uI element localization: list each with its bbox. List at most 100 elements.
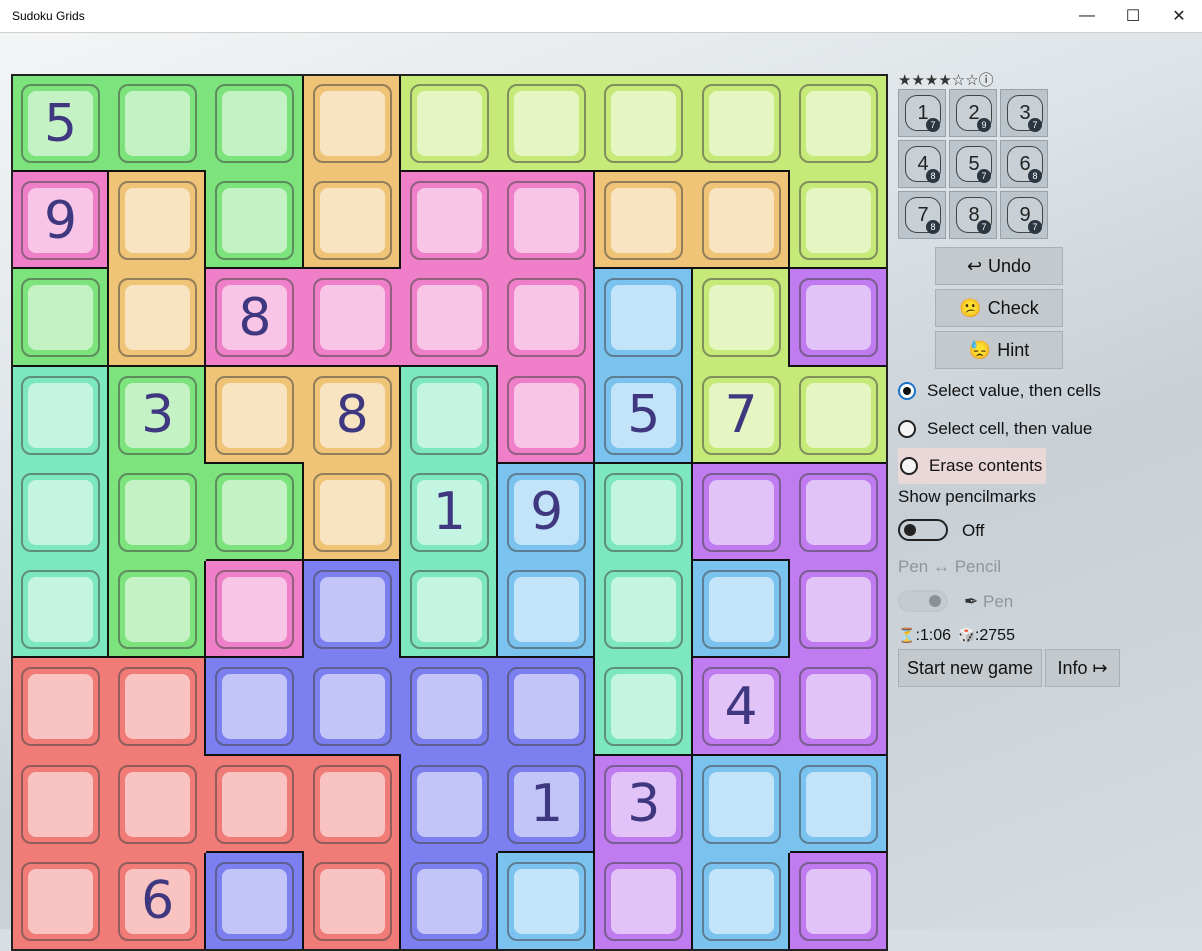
sudoku-cell[interactable] [789,561,887,659]
sudoku-cell[interactable]: 6 [109,852,207,950]
sudoku-cell[interactable] [400,658,499,756]
sudoku-cell[interactable] [109,658,207,756]
sudoku-cell[interactable] [303,269,401,367]
number-button[interactable]: 78 [898,191,946,239]
sudoku-cell[interactable] [206,366,304,464]
sudoku-cell[interactable] [498,75,596,173]
sudoku-cell[interactable]: 9 [498,463,596,562]
sudoku-cell[interactable] [12,269,110,367]
info-button[interactable]: Info ↦ [1045,649,1120,687]
sudoku-cell[interactable] [109,561,207,659]
mode-erase-contents[interactable]: Erase contents [898,448,1046,484]
sudoku-cell[interactable]: 3 [109,366,207,464]
minimize-button[interactable]: — [1064,0,1110,32]
sudoku-cell[interactable]: 9 [12,172,110,270]
sudoku-cell[interactable]: 1 [400,463,499,562]
sudoku-cell[interactable] [595,172,693,270]
sudoku-cell[interactable] [692,463,790,562]
sudoku-cell[interactable] [12,366,110,464]
sudoku-cell[interactable] [789,658,887,756]
number-button[interactable]: 48 [898,140,946,188]
sudoku-cell[interactable] [498,269,596,367]
sudoku-cell[interactable] [692,269,790,367]
sudoku-cell[interactable] [692,561,790,659]
sudoku-cell[interactable] [109,755,207,853]
sudoku-cell[interactable]: 8 [303,366,401,464]
number-button[interactable]: 17 [898,89,946,137]
maximize-button[interactable]: ☐ [1110,0,1156,32]
sudoku-cell[interactable] [206,463,304,562]
sudoku-cell[interactable] [789,852,887,950]
sudoku-cell[interactable] [498,852,596,950]
sudoku-cell[interactable] [206,561,304,659]
sudoku-cell[interactable] [400,366,499,464]
sudoku-cell[interactable] [789,172,887,270]
number-button[interactable]: 87 [949,191,997,239]
sudoku-cell[interactable] [789,366,887,464]
mode-select-value-then-cells[interactable]: Select value, then cells [898,376,1101,406]
sudoku-cell[interactable] [12,658,110,756]
sudoku-cell[interactable] [303,172,401,270]
number-button[interactable]: 37 [1000,89,1048,137]
sudoku-cell[interactable] [595,463,693,562]
sudoku-cell[interactable] [498,366,596,464]
sudoku-cell[interactable] [498,561,596,659]
check-button[interactable]: 😕 Check [935,289,1063,327]
sudoku-cell[interactable] [12,463,110,562]
sudoku-cell[interactable] [206,172,304,270]
sudoku-cell[interactable] [303,755,401,853]
sudoku-cell[interactable] [400,852,499,950]
sudoku-cell[interactable] [303,852,401,950]
sudoku-cell[interactable] [206,852,304,950]
sudoku-cell[interactable]: 5 [12,75,110,173]
mode-select-cell-then-value[interactable]: Select cell, then value [898,414,1092,444]
sudoku-cell[interactable] [789,463,887,562]
sudoku-cell[interactable] [498,172,596,270]
sudoku-cell[interactable] [303,463,401,562]
sudoku-cell[interactable] [400,755,499,853]
sudoku-cell[interactable] [12,852,110,950]
sudoku-cell[interactable] [498,658,596,756]
number-button[interactable]: 68 [1000,140,1048,188]
sudoku-cell[interactable] [400,269,499,367]
sudoku-cell[interactable] [789,755,887,853]
sudoku-cell[interactable] [12,755,110,853]
sudoku-cell[interactable]: 3 [595,755,693,853]
sudoku-cell[interactable] [303,75,401,173]
sudoku-cell[interactable] [692,852,790,950]
sudoku-cell[interactable]: 7 [692,366,790,464]
sudoku-cell[interactable] [303,658,401,756]
undo-button[interactable]: ↩ Undo [935,247,1063,285]
pencilmarks-toggle[interactable] [898,519,948,541]
number-button[interactable]: 29 [949,89,997,137]
sudoku-cell[interactable] [595,269,693,367]
sudoku-cell[interactable] [595,852,693,950]
sudoku-cell[interactable] [206,75,304,173]
sudoku-cell[interactable] [400,172,499,270]
hint-button[interactable]: 😓 Hint [935,331,1063,369]
sudoku-cell[interactable] [692,172,790,270]
number-button[interactable]: 57 [949,140,997,188]
sudoku-cell[interactable] [595,75,693,173]
sudoku-cell[interactable] [595,561,693,659]
sudoku-cell[interactable] [206,658,304,756]
sudoku-cell[interactable] [789,269,887,367]
number-button[interactable]: 97 [1000,191,1048,239]
sudoku-cell[interactable] [692,75,790,173]
sudoku-cell[interactable] [692,755,790,853]
sudoku-cell[interactable]: 5 [595,366,693,464]
sudoku-cell[interactable] [206,755,304,853]
sudoku-cell[interactable]: 8 [206,269,304,367]
sudoku-cell[interactable] [400,561,499,659]
sudoku-cell[interactable] [595,658,693,756]
sudoku-cell[interactable]: 1 [498,755,596,853]
sudoku-cell[interactable]: 4 [692,658,790,756]
sudoku-cell[interactable] [109,269,207,367]
sudoku-cell[interactable] [789,75,887,173]
sudoku-cell[interactable] [303,561,401,659]
sudoku-cell[interactable] [400,75,499,173]
sudoku-cell[interactable] [109,75,207,173]
sudoku-cell[interactable] [12,561,110,659]
sudoku-cell[interactable] [109,172,207,270]
start-new-game-button[interactable]: Start new game [898,649,1042,687]
